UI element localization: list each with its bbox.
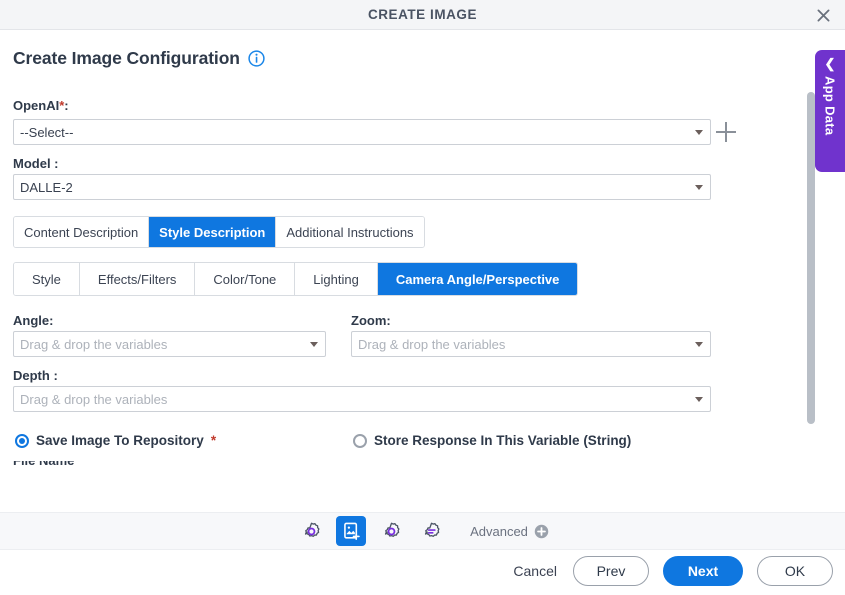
content-scrollbar[interactable] — [807, 92, 815, 424]
gear-icon[interactable] — [376, 516, 406, 546]
radio-label: Store Response In This Variable (String) — [374, 433, 632, 448]
radio-save-image-to-repository[interactable]: Save Image To Repository * — [15, 433, 216, 448]
depth-select[interactable]: Drag & drop the variables — [13, 386, 711, 412]
angle-select-placeholder: Drag & drop the variables — [20, 336, 168, 352]
add-openai-connection-button[interactable] — [715, 121, 737, 143]
openai-label-colon: : — [64, 98, 69, 113]
tab-effects-filters[interactable]: Effects/Filters — [79, 263, 196, 295]
model-select-value: DALLE-2 — [20, 179, 73, 195]
chevron-down-icon — [695, 185, 703, 190]
zoom-label: Zoom: — [351, 313, 391, 328]
chevron-down-icon — [695, 130, 703, 135]
angle-label: Angle: — [13, 313, 54, 328]
app-data-label: App Data — [822, 76, 838, 136]
tab-style[interactable]: Style — [14, 263, 80, 295]
tab-additional-instructions[interactable]: Additional Instructions — [276, 217, 424, 247]
openai-label-text: OpenAI — [13, 98, 60, 113]
depth-select-placeholder: Drag & drop the variables — [20, 391, 168, 407]
chevron-down-icon — [310, 342, 318, 347]
dialog-actions: Cancel Prev Next OK — [511, 556, 833, 586]
page-title: Create Image Configuration — [13, 48, 240, 68]
openai-select-value: --Select-- — [20, 124, 74, 140]
file-name-label-text: File Name * — [13, 461, 213, 468]
gear-glyph — [384, 522, 400, 537]
file-name-label-clipped: File Name * — [13, 461, 213, 470]
description-tabs: Content Description Style Description Ad… — [13, 216, 425, 248]
gear-glyph — [304, 522, 320, 537]
cancel-button[interactable]: Cancel — [511, 563, 559, 579]
advanced-button[interactable]: Advanced — [470, 524, 549, 539]
prev-button[interactable]: Prev — [573, 556, 649, 586]
tab-content-description[interactable]: Content Description — [14, 217, 150, 247]
chevron-left-icon: ❮ — [824, 56, 836, 71]
tab-style-description[interactable]: Style Description — [149, 217, 277, 247]
dialog-title: CREATE IMAGE — [367, 7, 478, 22]
zoom-select-placeholder: Drag & drop the variables — [358, 336, 506, 352]
dialog-titlebar: CREATE IMAGE — [0, 0, 845, 30]
image-add-icon[interactable] — [336, 516, 367, 546]
angle-select[interactable]: Drag & drop the variables — [13, 331, 326, 357]
close-glyph — [817, 9, 829, 22]
depth-label: Depth : — [13, 368, 58, 383]
gear-lines-glyph — [424, 522, 440, 537]
bottom-toolbar: Advanced — [0, 512, 845, 550]
model-label: Model : — [13, 156, 59, 171]
tab-lighting[interactable]: Lighting — [295, 263, 378, 295]
create-image-dialog: CREATE IMAGE Create Image Configuration … — [0, 0, 845, 595]
radio-store-response-in-variable[interactable]: Store Response In This Variable (String) — [353, 433, 631, 448]
radio-indicator-selected — [15, 433, 29, 448]
model-select[interactable]: DALLE-2 — [13, 174, 711, 200]
page-title-row: Create Image Configuration — [13, 48, 265, 69]
zoom-select[interactable]: Drag & drop the variables — [351, 331, 711, 357]
openai-select[interactable]: --Select-- — [13, 119, 711, 145]
info-circle-icon[interactable] — [248, 50, 265, 67]
gear-lines-icon[interactable] — [416, 516, 446, 546]
plus-circle-icon — [534, 524, 549, 538]
scrollbar-thumb[interactable] — [807, 92, 815, 424]
openai-label: OpenAI*: — [13, 98, 69, 113]
tab-color-tone[interactable]: Color/Tone — [195, 263, 296, 295]
advanced-label: Advanced — [470, 523, 528, 539]
gear-icon[interactable] — [296, 516, 326, 546]
radio-required-mark: * — [210, 433, 217, 448]
next-button[interactable]: Next — [663, 556, 743, 586]
app-data-panel-toggle[interactable]: ❮ App Data — [815, 50, 845, 172]
tab-camera-angle-perspective[interactable]: Camera Angle/Perspective — [377, 263, 578, 295]
close-icon[interactable] — [811, 4, 835, 27]
radio-label: Save Image To Repository — [36, 433, 204, 448]
style-subtabs: Style Effects/Filters Color/Tone Lightin… — [13, 262, 579, 296]
chevron-down-icon — [695, 397, 703, 402]
ok-button[interactable]: OK — [757, 556, 833, 586]
radio-indicator-unselected — [353, 433, 367, 448]
chevron-down-icon — [695, 342, 703, 347]
image-add-glyph — [343, 522, 360, 540]
